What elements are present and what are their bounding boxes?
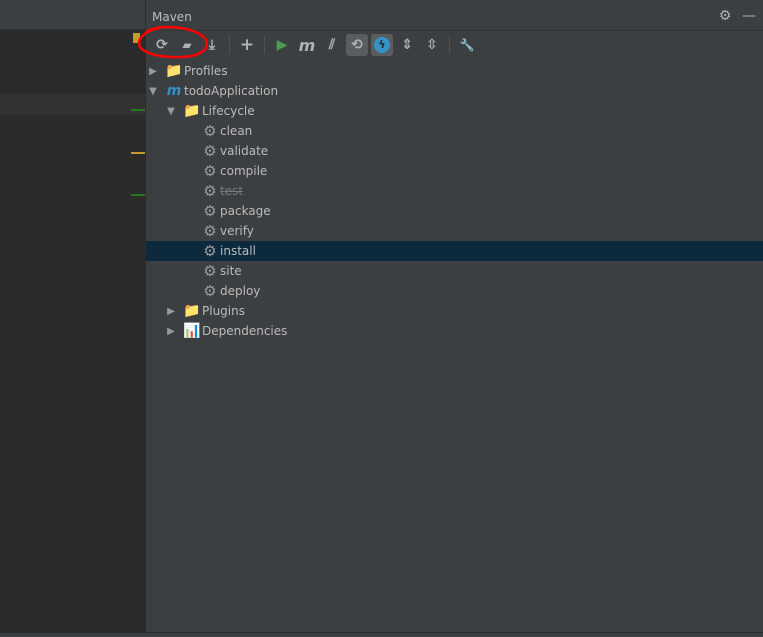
- lifecycle-goal-package[interactable]: ⚙ package: [146, 201, 763, 221]
- current-line-highlight: [0, 94, 145, 115]
- gear-icon: ⚙: [203, 242, 217, 260]
- dependencies-icon: 📊: [183, 323, 201, 339]
- collapse-all-button[interactable]: ⇳: [421, 34, 443, 56]
- editor-area: [0, 0, 145, 632]
- expand-arrow-icon[interactable]: ▶: [166, 326, 176, 337]
- expand-all-button[interactable]: ⇕: [396, 34, 418, 56]
- gear-icon: ⚙: [203, 202, 217, 220]
- goal-label: verify: [220, 224, 254, 238]
- toolbar-separator: [229, 36, 230, 54]
- lifecycle-goal-validate[interactable]: ⚙ validate: [146, 141, 763, 161]
- editor-tab-bar: [0, 0, 145, 30]
- goal-label: compile: [220, 164, 268, 178]
- minimize-icon[interactable]: —: [741, 8, 757, 24]
- gear-icon: ⚙: [203, 282, 217, 300]
- goal-label: install: [220, 244, 256, 258]
- goal-label: test: [220, 184, 244, 198]
- gear-icon: ⚙: [203, 182, 217, 200]
- lifecycle-folder-icon: 📁: [183, 103, 201, 119]
- reload-all-projects-button[interactable]: ⟳: [151, 34, 173, 56]
- tree-node-project[interactable]: ▼ m todoApplication: [146, 81, 763, 101]
- show-dependencies-button[interactable]: ϟ: [371, 34, 393, 56]
- gear-icon[interactable]: ⚙: [717, 8, 733, 24]
- toolbar-separator: [449, 36, 450, 54]
- warning-marker[interactable]: [133, 33, 140, 43]
- download-sources-button[interactable]: ⤓: [201, 34, 223, 56]
- lifecycle-goal-compile[interactable]: ⚙ compile: [146, 161, 763, 181]
- lifecycle-goal-deploy[interactable]: ⚙ deploy: [146, 281, 763, 301]
- lifecycle-goal-site[interactable]: ⚙ site: [146, 261, 763, 281]
- goal-label: site: [220, 264, 242, 278]
- change-marker[interactable]: [131, 194, 145, 196]
- lifecycle-goal-clean[interactable]: ⚙ clean: [146, 121, 763, 141]
- collapse-arrow-icon[interactable]: ▼: [166, 106, 176, 117]
- lifecycle-goal-install[interactable]: ⚙ install: [146, 241, 763, 261]
- change-marker[interactable]: [131, 109, 145, 111]
- toggle-offline-mode-button[interactable]: ⫽: [321, 34, 343, 56]
- toolbar-separator: [264, 36, 265, 54]
- maven-settings-button[interactable]: 🔧: [456, 34, 478, 56]
- goal-label: clean: [220, 124, 253, 138]
- add-maven-project-button[interactable]: +: [236, 34, 258, 56]
- collapse-arrow-icon[interactable]: ▼: [148, 86, 158, 97]
- tree-node-profiles[interactable]: ▶ 📁 Profiles: [146, 61, 763, 81]
- tool-window-header: Maven ⚙ —: [146, 0, 763, 31]
- goal-label: deploy: [220, 284, 261, 298]
- toggle-skip-tests-button[interactable]: ⟲: [346, 34, 368, 56]
- maven-toolbar: ⟳ ▰ ⤓ + ▶ m ⫽ ⟲ ϟ ⇕ ⇳ 🔧: [146, 31, 763, 59]
- goal-label: package: [220, 204, 271, 218]
- gear-icon: ⚙: [203, 122, 217, 140]
- tree-node-dependencies[interactable]: ▶ 📊 Dependencies: [146, 321, 763, 341]
- tool-window-title: Maven: [152, 10, 192, 24]
- goal-label: validate: [220, 144, 269, 158]
- expand-arrow-icon[interactable]: ▶: [148, 66, 158, 77]
- gear-icon: ⚙: [203, 262, 217, 280]
- status-bar-edge: [0, 632, 763, 637]
- lifecycle-goal-test[interactable]: ⚙ test: [146, 181, 763, 201]
- maven-tool-window: Maven ⚙ — ⟳ ▰ ⤓ + ▶ m ⫽ ⟲ ϟ ⇕ ⇳ 🔧 ▶ 📁 Pr…: [146, 0, 763, 632]
- maven-project-icon: m: [166, 83, 182, 99]
- run-maven-build-button[interactable]: ▶: [271, 34, 293, 56]
- expand-arrow-icon[interactable]: ▶: [166, 306, 176, 317]
- tree-node-lifecycle[interactable]: ▼ 📁 Lifecycle: [146, 101, 763, 121]
- gear-icon: ⚙: [203, 222, 217, 240]
- gear-icon: ⚙: [203, 142, 217, 160]
- generate-sources-button[interactable]: ▰: [176, 34, 198, 56]
- warning-stripe[interactable]: [131, 152, 145, 154]
- gear-icon: ⚙: [203, 162, 217, 180]
- lifecycle-goal-verify[interactable]: ⚙ verify: [146, 221, 763, 241]
- execute-maven-goal-button[interactable]: m: [296, 34, 318, 56]
- tree-node-plugins[interactable]: ▶ 📁 Plugins: [146, 301, 763, 321]
- maven-projects-tree: ▶ 📁 Profiles ▼ m todoApplication ▼ 📁 Lif…: [146, 59, 763, 341]
- plugins-folder-icon: 📁: [183, 303, 201, 319]
- profiles-folder-icon: 📁: [165, 63, 183, 79]
